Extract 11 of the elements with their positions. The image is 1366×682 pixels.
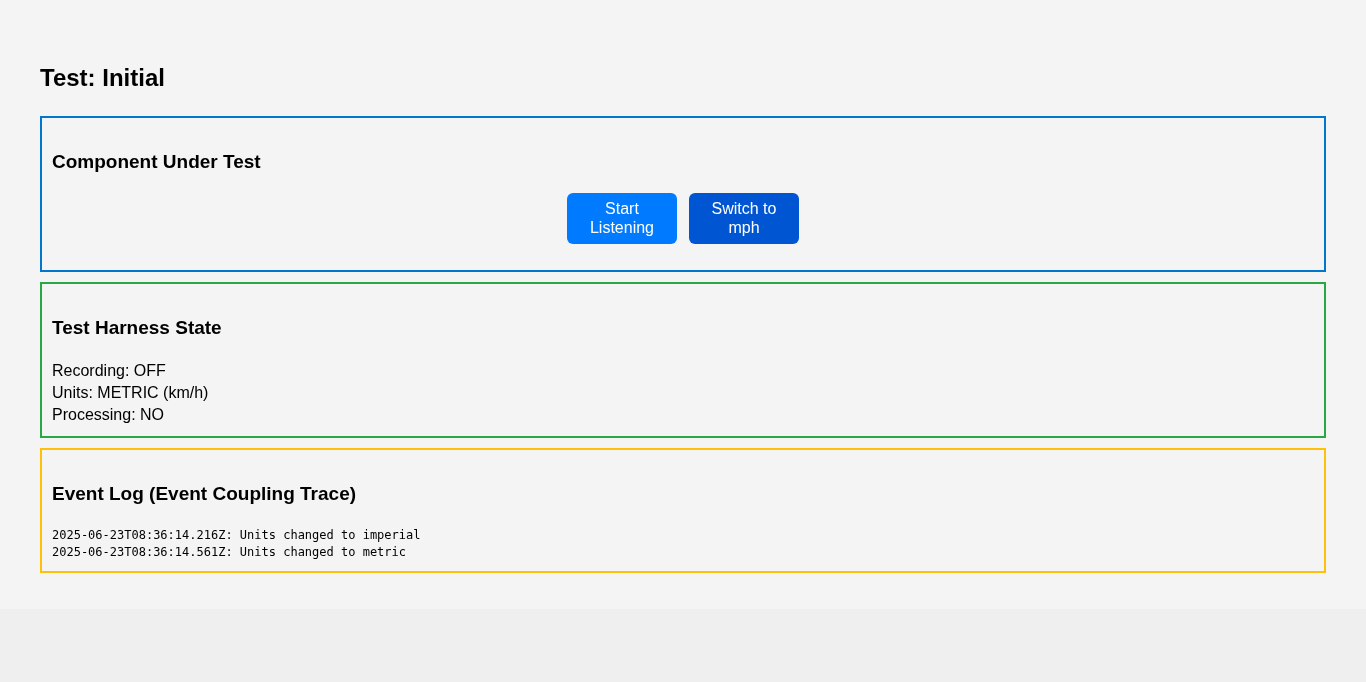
panel-heading: Component Under Test (52, 150, 262, 174)
state-line: Recording: OFF (52, 361, 167, 381)
panel-heading: Test Harness State (52, 315, 223, 340)
log-entry: 2025-06-23T08:36:14.216Z: Units changed to imperial (52, 526, 422, 544)
state-line: Processing: NO (52, 405, 166, 425)
log-entry: 2025-06-23T08:36:14.561Z: Units changed to metric (52, 543, 407, 561)
panel-heading: Event Log (Event Coupling Trace) (52, 482, 358, 506)
action-button[interactable]: Switch to mph (689, 192, 799, 244)
page-title: Test: Initial (40, 63, 166, 93)
state-line: Units: METRIC (km/h) (52, 383, 210, 403)
action-button[interactable]: Start Listening (567, 192, 677, 244)
